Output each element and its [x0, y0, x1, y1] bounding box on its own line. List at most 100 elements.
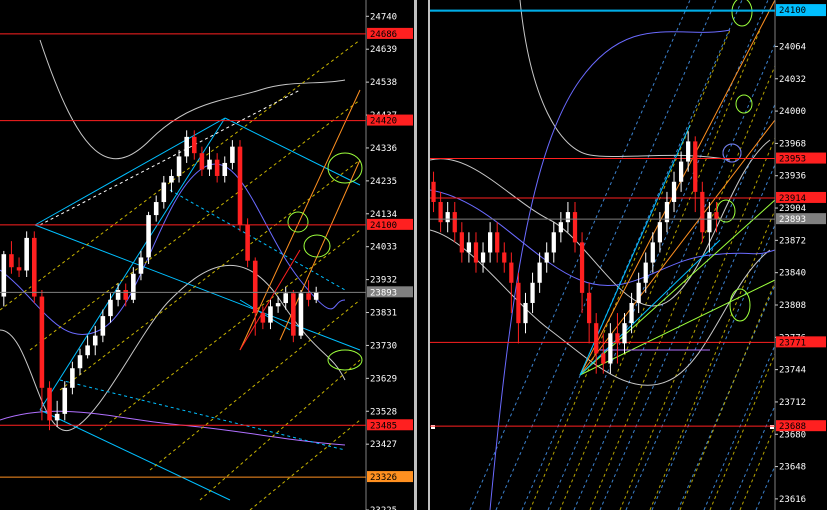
line-handle [770, 425, 774, 429]
axis-tick-label: 23936 [779, 172, 806, 182]
candle-body [100, 316, 106, 336]
candle-body [77, 355, 83, 369]
axis-tick-label: 24033 [370, 243, 397, 253]
candle-body [214, 159, 220, 176]
candle-body [629, 302, 634, 324]
ellipse-marker [287, 211, 309, 233]
candle-body [237, 146, 243, 225]
channel-line [224, 117, 361, 186]
candle-body [657, 222, 662, 243]
axis-tick-label: 23840 [779, 269, 806, 279]
candle-body [169, 175, 174, 183]
candle-body [544, 252, 549, 263]
axis-tick-label: 24000 [779, 107, 806, 117]
candle-body [622, 323, 627, 344]
candle-body [62, 387, 68, 414]
axis-tick-label: 24538 [370, 78, 397, 88]
price-level-label: 24686 [370, 30, 397, 40]
candle-body [16, 267, 22, 271]
axis-tick-label: 23730 [370, 341, 397, 351]
candle-body [24, 237, 29, 271]
candle-body [579, 242, 585, 293]
line-handle [431, 425, 435, 429]
candle-body [594, 323, 599, 354]
channel-line [34, 224, 361, 351]
candle-body [146, 215, 151, 258]
candle-body [601, 353, 606, 364]
candle-body [161, 182, 167, 203]
candle-body [466, 242, 472, 253]
candle-body [291, 293, 296, 336]
candle-body [252, 260, 258, 313]
candle-body [445, 212, 450, 223]
panel-divider[interactable] [414, 0, 417, 510]
fan-line-dashed [573, 0, 795, 510]
candle-body [92, 335, 98, 346]
axis-tick-label: 23904 [779, 204, 806, 214]
candle-body [39, 296, 45, 388]
candle-body [636, 282, 641, 303]
left-chart-panel[interactable]: 2474024639245382443724336242352413424033… [0, 0, 414, 510]
candle-body [686, 141, 691, 162]
axis-tick-label: 24064 [779, 42, 806, 52]
axis-tick-label: 23712 [779, 398, 806, 408]
candle-body [707, 212, 712, 233]
candle-body [459, 232, 464, 253]
candle-body [488, 232, 493, 253]
candle-body [1, 254, 7, 297]
axis-tick-label: 23427 [370, 440, 397, 450]
axis-tick-label: 23872 [779, 236, 806, 246]
moving-average-slow [489, 29, 731, 510]
candle-body [199, 153, 205, 170]
candle-body [153, 202, 159, 216]
ellipse-marker [735, 94, 753, 114]
axis-tick-label: 24134 [370, 210, 397, 220]
ellipse-marker [303, 234, 331, 258]
axis-tick-label: 24032 [779, 75, 806, 85]
axis-tick-label: 23808 [779, 301, 806, 311]
candle-body [54, 413, 60, 421]
ellipse-marker [731, 0, 753, 27]
candle-body [495, 232, 500, 253]
axis-tick-label: 23225 [370, 506, 397, 510]
candle-body [587, 292, 592, 324]
price-level-label: 23688 [779, 422, 806, 432]
candle-body [693, 141, 698, 192]
price-level-label: 23914 [779, 194, 806, 204]
candle-body [431, 181, 436, 202]
ellipse-marker [327, 349, 363, 371]
price-level-label: 23485 [370, 421, 397, 431]
fan-line-dashed [59, 159, 361, 391]
candle-body [480, 252, 486, 263]
bollinger-upper [430, 139, 771, 307]
candle-body [115, 290, 121, 300]
candle-body [85, 345, 90, 356]
candle-body [452, 212, 457, 233]
current-price-label: 23893 [779, 215, 806, 225]
axis-tick-label: 23528 [370, 407, 397, 417]
candle-body [551, 232, 556, 253]
current-price-label: 23893 [370, 288, 397, 298]
candle-body [608, 333, 613, 364]
axis-tick-label: 23629 [370, 374, 397, 384]
candle-body [70, 368, 75, 388]
candle-body [283, 293, 288, 304]
candle-body [192, 136, 197, 154]
candle-body [671, 181, 677, 202]
candle-body [222, 162, 228, 176]
price-level-label: 23771 [779, 338, 806, 348]
candle-body [138, 257, 144, 274]
candle-body [615, 333, 620, 344]
candle-body [245, 224, 250, 261]
axis-tick-label: 23648 [779, 463, 806, 473]
trend-line [579, 239, 721, 376]
right-chart-panel[interactable]: 24064 24032 24000 23968 23936 23904 23872 23840… [430, 0, 827, 510]
candle-body [643, 262, 648, 283]
candle-body [650, 242, 655, 263]
candle-body [298, 293, 304, 336]
axis-tick-label: 24235 [370, 177, 397, 187]
left-chart-canvas: 2474024639245382443724336242352413424033… [0, 0, 414, 510]
axis-tick-label: 23744 [779, 366, 806, 376]
axis-tick-label: 23831 [370, 309, 397, 319]
candle-body [9, 254, 14, 268]
